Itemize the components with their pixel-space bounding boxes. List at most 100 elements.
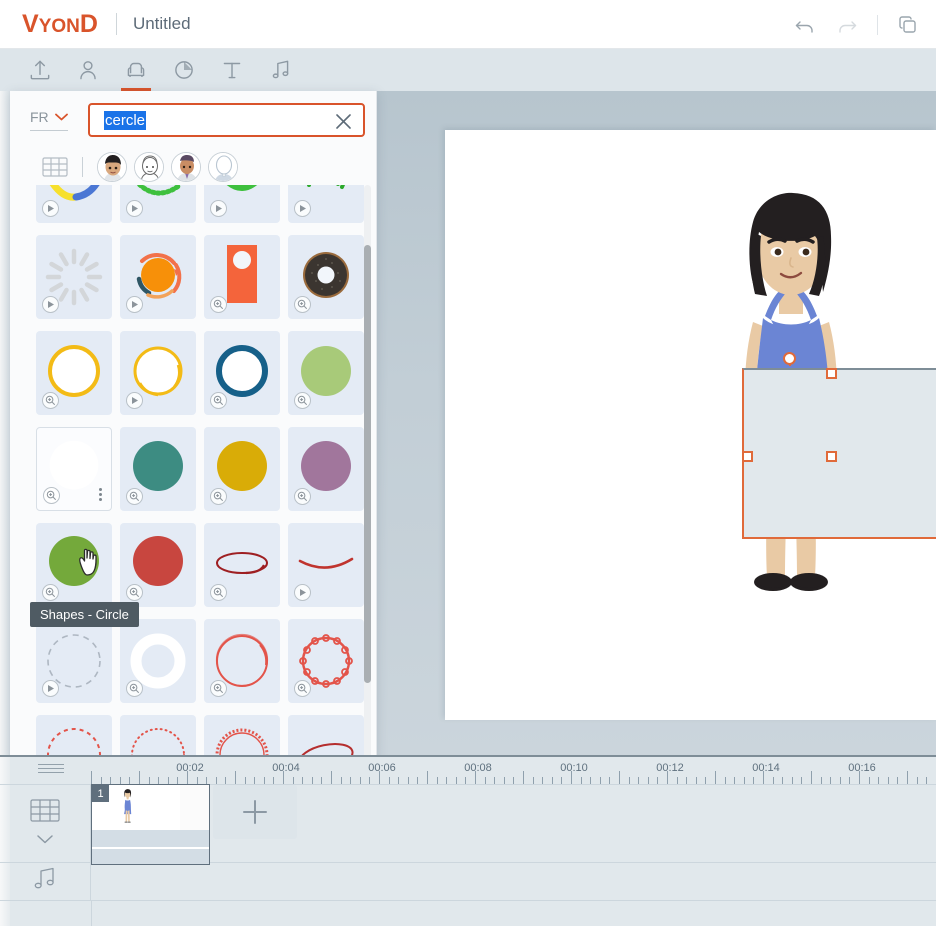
tool-text[interactable] <box>208 49 256 91</box>
asset-circle-gold[interactable] <box>204 427 280 511</box>
zoom-badge[interactable] <box>294 296 311 313</box>
app-logo[interactable]: VYOND <box>22 10 98 39</box>
zoom-badge[interactable] <box>210 296 227 313</box>
timeline-ruler[interactable]: 00:02 00:04 00:06 00:08 00:10 00:12 00:1… <box>91 757 936 784</box>
resize-handle-top-right[interactable] <box>826 368 837 379</box>
ruler-tick <box>206 777 208 784</box>
asset-circle-purple[interactable] <box>288 427 364 511</box>
panel-scrollbar-thumb[interactable] <box>364 245 371 683</box>
asset-ring-yellow[interactable] <box>36 331 112 415</box>
timeline-audio-row[interactable] <box>0 863 936 901</box>
resize-handle-bottom-left[interactable] <box>742 451 753 462</box>
search-input[interactable]: cercle <box>104 110 147 130</box>
tool-audio[interactable] <box>256 49 304 91</box>
asset-circle-red-zigzag[interactable] <box>204 715 280 760</box>
language-selector[interactable]: FR <box>30 109 68 131</box>
asset-circle-white[interactable] <box>36 427 112 511</box>
music-note-icon[interactable] <box>30 866 60 897</box>
resize-handle-top-left[interactable] <box>742 368 936 539</box>
play-badge[interactable] <box>42 680 59 697</box>
vyond-editor: VYOND Untitled FR cercle Shapes - Circle… <box>0 0 936 926</box>
play-badge[interactable] <box>126 392 143 409</box>
scene-clip-1[interactable]: 1 <box>91 784 210 865</box>
asset-arc-green-dashed[interactable] <box>120 185 196 223</box>
play-badge[interactable] <box>126 200 143 217</box>
asset-ellipse-dark-red-outline[interactable] <box>204 523 280 607</box>
ruler-label: 00:12 <box>656 762 684 774</box>
zoom-badge[interactable] <box>294 392 311 409</box>
timeline-footer-row[interactable]: − + <box>0 901 936 926</box>
search-field[interactable]: cercle <box>88 103 365 137</box>
asset-circle-orange-arcs[interactable] <box>120 235 196 319</box>
asset-arc-green-ticks[interactable] <box>288 185 364 223</box>
zoom-badge[interactable] <box>42 584 59 601</box>
style-avatar-contemporary[interactable] <box>97 152 127 182</box>
asset-circle-red-beaded[interactable] <box>288 619 364 703</box>
redo-icon[interactable] <box>835 13 859 37</box>
asset-door-hanger-orange[interactable] <box>204 235 280 319</box>
tool-charts[interactable] <box>160 49 208 91</box>
style-avatar-whiteboard[interactable] <box>134 152 164 182</box>
zoom-badge[interactable] <box>210 488 227 505</box>
scenes-grid-icon[interactable] <box>30 797 60 830</box>
scenes-collapse-icon[interactable] <box>36 832 54 850</box>
clear-search-icon[interactable] <box>334 112 353 131</box>
asset-more-menu-icon[interactable] <box>99 488 102 501</box>
scene-track-band-1[interactable] <box>92 830 209 847</box>
play-badge[interactable] <box>126 296 143 313</box>
asset-circle-red-dotted[interactable] <box>120 715 196 760</box>
document-title[interactable]: Untitled <box>133 14 191 34</box>
asset-circle-red-sketch[interactable] <box>204 619 280 703</box>
asset-ring-yellow-sketch[interactable] <box>120 331 196 415</box>
play-badge[interactable] <box>294 200 311 217</box>
asset-circle-red[interactable] <box>120 523 196 607</box>
timeline-drag-handle[interactable] <box>38 764 64 773</box>
zoom-badge[interactable] <box>210 392 227 409</box>
scene-track-band-2[interactable] <box>92 849 209 864</box>
tool-upload[interactable] <box>16 49 64 91</box>
zoom-badge[interactable] <box>126 488 143 505</box>
ruler-tick <box>187 771 188 784</box>
rotate-handle[interactable] <box>783 352 796 365</box>
asset-arc-red-stroke[interactable] <box>288 523 364 607</box>
zoom-badge[interactable] <box>42 392 59 409</box>
asset-donut-chocolate[interactable] <box>288 235 364 319</box>
selection-box[interactable] <box>742 352 936 539</box>
asset-arc-yellow-blue[interactable] <box>36 185 112 223</box>
play-badge[interactable] <box>42 296 59 313</box>
zoom-badge[interactable] <box>294 680 311 697</box>
zoom-badge[interactable] <box>294 488 311 505</box>
asset-ring-blue[interactable] <box>204 331 280 415</box>
asset-ring-white-thick[interactable] <box>120 619 196 703</box>
asset-circle-teal[interactable] <box>120 427 196 511</box>
asset-circle-light-green[interactable] <box>288 331 364 415</box>
asset-loading-spinner-gray[interactable] <box>36 235 112 319</box>
play-badge[interactable] <box>294 584 311 601</box>
asset-grid-scroll[interactable] <box>10 185 377 760</box>
ruler-label: 00:06 <box>368 762 396 774</box>
asset-ellipse-red-tilted[interactable] <box>288 715 364 760</box>
zoom-badge[interactable] <box>210 584 227 601</box>
play-badge[interactable] <box>42 200 59 217</box>
asset-circle-dashed-gray[interactable] <box>36 619 112 703</box>
style-avatar-blank[interactable] <box>208 152 238 182</box>
asset-arc-green-solid[interactable] <box>204 185 280 223</box>
play-badge[interactable] <box>210 200 227 217</box>
asset-tooltip: Shapes - Circle <box>30 602 139 627</box>
all-styles-icon[interactable] <box>42 155 68 179</box>
zoom-badge[interactable] <box>126 680 143 697</box>
asset-circle-red-dashed[interactable] <box>36 715 112 760</box>
zoom-badge[interactable] <box>210 680 227 697</box>
resize-handle-bottom-right[interactable] <box>826 451 837 462</box>
ruler-tick <box>532 777 534 784</box>
ruler-label: 00:08 <box>464 762 492 774</box>
zoom-badge[interactable] <box>43 487 60 504</box>
ruler-tick <box>484 777 486 784</box>
tool-characters[interactable] <box>64 49 112 91</box>
tool-props[interactable] <box>112 49 160 91</box>
zoom-badge[interactable] <box>126 584 143 601</box>
undo-icon[interactable] <box>793 13 817 37</box>
duplicate-icon[interactable] <box>896 13 920 37</box>
style-avatar-business-friendly[interactable] <box>171 152 201 182</box>
add-scene-button[interactable] <box>213 785 297 839</box>
